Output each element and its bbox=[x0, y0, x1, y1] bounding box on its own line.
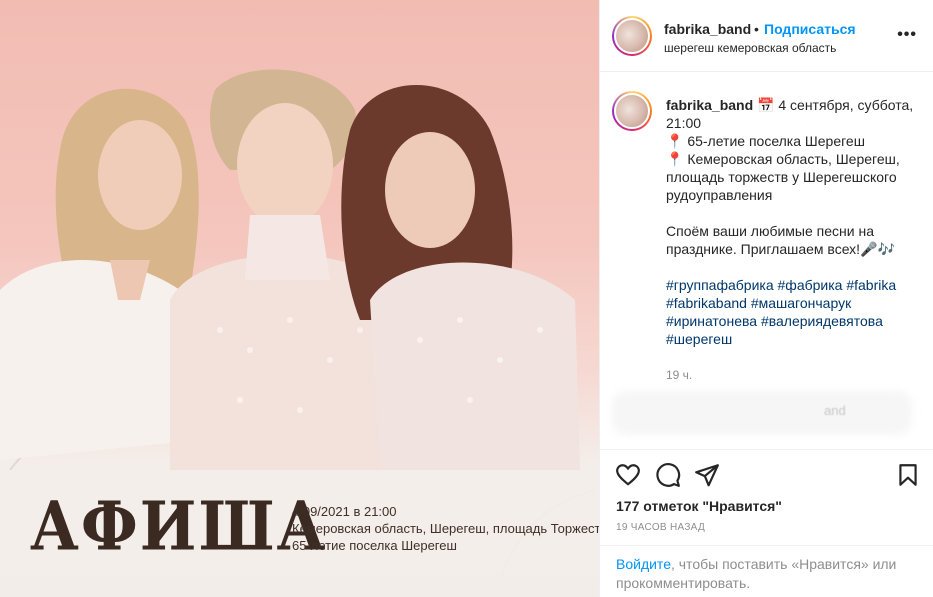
comment-icon[interactable] bbox=[655, 462, 681, 488]
post-header: fabrika_band • Подписаться шерегеш кемер… bbox=[600, 0, 933, 72]
login-prompt: Войдите, чтобы поставить «Нравится» или … bbox=[600, 545, 933, 597]
follow-button[interactable]: Подписаться bbox=[764, 21, 856, 37]
hashtag-list: #группафабрика #фабрика #fabrika #fabrik… bbox=[666, 276, 916, 348]
hashtag[interactable]: #иринатонева bbox=[666, 313, 757, 329]
caption-invite: Спoём ваши любимые песни на празднике. П… bbox=[666, 223, 895, 257]
event-info: 4/09/2021 в 21:00 Кемеровская область, Ш… bbox=[292, 503, 599, 554]
event-name: 65-летие поселка Шерегеш bbox=[292, 538, 457, 553]
hashtag[interactable]: #fabrika bbox=[846, 277, 896, 293]
post-caption: fabrika_band 📅 4 сентября, суббота, 21:0… bbox=[666, 96, 916, 384]
caption-time[interactable]: 19 ч. bbox=[666, 366, 916, 384]
member-right bbox=[341, 85, 580, 470]
caption-username[interactable]: fabrika_band bbox=[666, 97, 753, 113]
hashtag[interactable]: #фабрика bbox=[778, 277, 843, 293]
share-icon[interactable] bbox=[694, 462, 720, 488]
post-image[interactable]: АФИША 4/09/2021 в 21:00 Кемеровская обла… bbox=[0, 0, 599, 597]
location-link[interactable]: шерегеш кемеровская область bbox=[664, 41, 836, 55]
separator-dot: • bbox=[754, 21, 759, 37]
caption-line-event: 📍 65-летие поселка Шерегеш bbox=[666, 133, 865, 149]
hashtag[interactable]: #группафабрика bbox=[666, 277, 774, 293]
more-horizontal-icon[interactable]: ••• bbox=[897, 26, 917, 44]
post-sidebar: fabrika_band • Подписаться шерегеш кемер… bbox=[599, 0, 933, 597]
comments-section[interactable]: fabrika_band 📅 4 сентября, суббота, 21:0… bbox=[600, 73, 933, 449]
caption-line-place: 📍 Кемеровская область, Шерегеш, площадь … bbox=[666, 151, 900, 203]
header-username[interactable]: fabrika_band bbox=[664, 21, 751, 37]
heart-icon[interactable] bbox=[615, 462, 641, 488]
bookmark-icon[interactable] bbox=[895, 462, 921, 488]
afisha-title: АФИША bbox=[30, 488, 328, 567]
hashtag[interactable]: #машагончарук bbox=[751, 295, 851, 311]
hashtag[interactable]: #fabrikaband bbox=[666, 295, 747, 311]
hashtag[interactable]: #валериядевятова bbox=[761, 313, 883, 329]
blurred-comment bbox=[612, 391, 912, 435]
blurred-comment-text: and bbox=[824, 403, 846, 418]
post-timestamp[interactable]: 19 ЧАСОВ НАЗАД bbox=[616, 522, 705, 533]
action-bar: 177 отметок "Нравится" 19 ЧАСОВ НАЗАД bbox=[600, 449, 933, 545]
event-place: Кемеровская область, Шерегеш, площадь То… bbox=[292, 521, 599, 536]
caption-avatar[interactable] bbox=[612, 91, 652, 131]
likes-count[interactable]: 177 отметок "Нравится" bbox=[616, 498, 782, 514]
login-link[interactable]: Войдите bbox=[616, 556, 671, 572]
avatar[interactable] bbox=[612, 16, 652, 56]
event-date: 4/09/2021 в 21:00 bbox=[292, 504, 397, 519]
hashtag[interactable]: #шерегеш bbox=[666, 331, 732, 347]
